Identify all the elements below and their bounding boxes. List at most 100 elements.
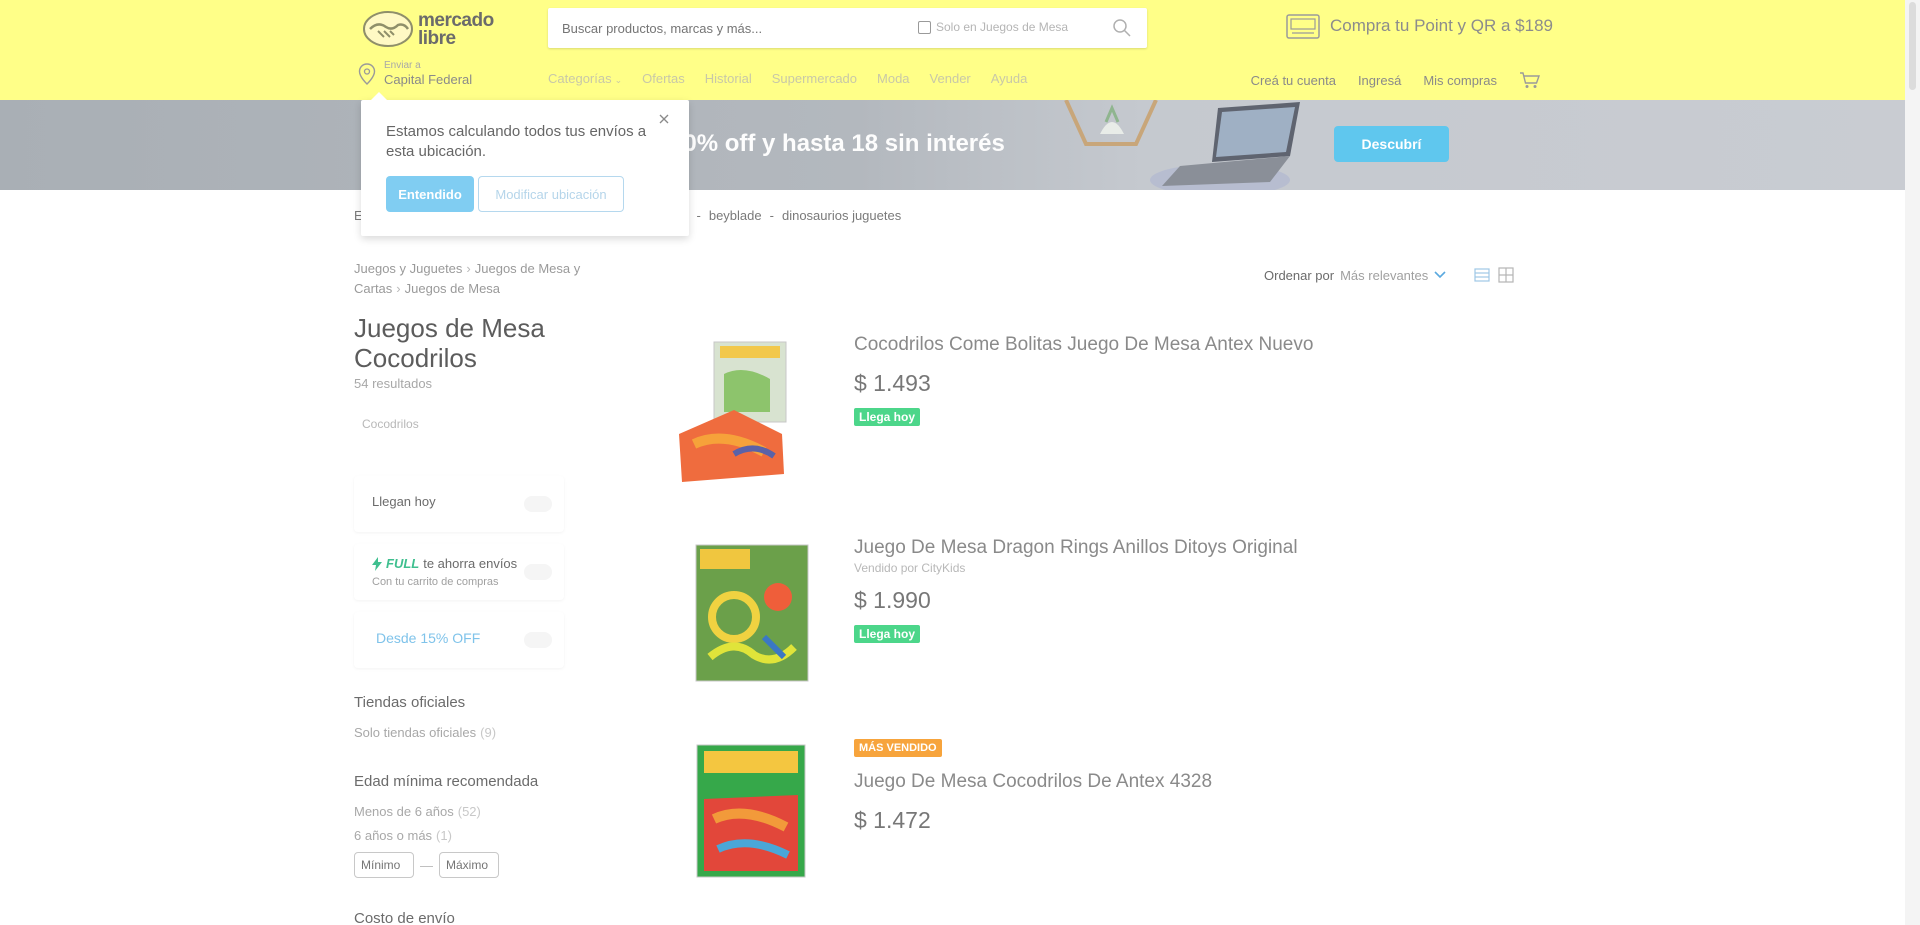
- filter-desde-off[interactable]: Desde 15% OFF: [354, 612, 564, 668]
- filter-count: (52): [457, 804, 481, 819]
- close-icon[interactable]: [657, 112, 671, 126]
- filter-count: (1): [436, 828, 452, 843]
- scrollbar[interactable]: [1905, 0, 1920, 925]
- logo-text: mercado libre: [418, 10, 494, 49]
- chevron-down-icon[interactable]: [1434, 271, 1446, 279]
- filter-label: Llegan hoy: [372, 494, 436, 509]
- checkbox-box[interactable]: [918, 20, 931, 34]
- handshake-logo-icon: [363, 11, 413, 47]
- discover-button[interactable]: Descubrí: [1334, 126, 1449, 162]
- filter-full[interactable]: FULL te ahorra envíos Con tu carrito de …: [354, 544, 564, 600]
- location-city: Capital Federal: [384, 72, 473, 87]
- sort-label: Ordenar por: [1264, 267, 1335, 283]
- location-popup: Estamos calculando todos tus envíos a es…: [361, 92, 689, 236]
- filter-link-label: Menos de 6 años: [354, 804, 454, 819]
- page: mercadolibre Solo en Juegos de Mesa Comp…: [0, 0, 1920, 925]
- product-price: $ 1.493: [854, 370, 931, 396]
- sort-dropdown[interactable]: Más relevantes: [1340, 268, 1428, 283]
- mercadolibre-logo[interactable]: mercado libre: [362, 9, 502, 49]
- chevron-right-icon: ›: [396, 281, 401, 296]
- promo-text: Compra tu Point y QR a $189: [1330, 16, 1554, 35]
- product-image[interactable]: [674, 334, 824, 489]
- list-view-icon[interactable]: [1474, 267, 1490, 283]
- max-input[interactable]: [439, 852, 499, 878]
- filter-llegan-hoy[interactable]: Llegan hoy: [354, 476, 564, 532]
- point-device-icon: [1286, 14, 1320, 39]
- cart-icon[interactable]: [1519, 71, 1541, 89]
- login-link[interactable]: Ingresá: [1358, 73, 1401, 88]
- sort-control: Ordenar por Más relevantes: [1264, 267, 1514, 283]
- breadcrumb-item[interactable]: Juegos de Mesa: [405, 281, 500, 296]
- toggle-switch[interactable]: [524, 564, 552, 580]
- nav-vender[interactable]: Vender: [930, 71, 971, 86]
- nav-categorias[interactable]: Categorías ⌄: [548, 71, 622, 86]
- seller-name[interactable]: Vendido por CityKids: [854, 561, 965, 575]
- nav-label: Categorías: [548, 71, 612, 86]
- shelf-plant-image: [1064, 100, 1158, 146]
- account-nav: Creá tu cuenta Ingresá Mis compras: [1229, 71, 1541, 89]
- best-seller-badge: MÁS VENDIDO: [854, 739, 942, 757]
- result-item[interactable]: Juego De Mesa Dragon Rings Anillos Ditoy…: [660, 537, 1550, 737]
- result-item[interactable]: MÁS VENDIDO Juego De Mesa Cocodrilos De …: [660, 739, 1550, 925]
- search-icon[interactable]: [1112, 18, 1132, 38]
- search-bar: Solo en Juegos de Mesa: [548, 8, 1147, 48]
- search-input[interactable]: [562, 17, 902, 39]
- create-account-link[interactable]: Creá tu cuenta: [1251, 73, 1336, 88]
- product-price: $ 1.990: [854, 587, 931, 613]
- grid-view-icon[interactable]: [1498, 267, 1514, 283]
- filter-link-label: 6 años o más: [354, 828, 433, 843]
- toggle-switch[interactable]: [524, 632, 552, 648]
- nav-ayuda[interactable]: Ayuda: [991, 71, 1028, 86]
- applied-filter-chip[interactable]: Cocodrilos: [354, 410, 434, 438]
- point-promo[interactable]: Compra tu Point y QR a $189: [1286, 12, 1553, 40]
- results-count: 54 resultados: [354, 376, 433, 391]
- product-title[interactable]: Cocodrilos Come Bolitas Juego De Mesa An…: [854, 334, 1313, 356]
- scrollbar-thumb[interactable]: [1909, 2, 1916, 90]
- breadcrumb-item[interactable]: Juegos y Juguetes: [354, 261, 462, 276]
- header: mercadolibre Solo en Juegos de Mesa Comp…: [0, 0, 1905, 100]
- product-title[interactable]: Juego De Mesa Dragon Rings Anillos Ditoy…: [854, 537, 1298, 559]
- discount-filter-label: Desde 15% OFF: [376, 630, 481, 646]
- breadcrumb: Juegos y Juguetes › Juegos de Mesa y Carta…: [354, 259, 614, 299]
- laptop-image: [1150, 102, 1300, 190]
- product-title[interactable]: Juego De Mesa Cocodrilos De Antex 4328: [854, 771, 1212, 793]
- banner-text: a 40% off y hasta 18 sin interés: [650, 130, 1005, 157]
- nav-historial[interactable]: Historial: [705, 71, 752, 86]
- my-purchases-link[interactable]: Mis compras: [1423, 73, 1497, 88]
- related-search-item[interactable]: dinosaurios juguetes: [782, 208, 901, 223]
- search-filter-checkbox[interactable]: Solo en Juegos de Mesa: [918, 20, 1068, 34]
- delivery-badge: Llega hoy: [854, 625, 921, 643]
- popup-message: Estamos calculando todos tus envíos a es…: [386, 123, 647, 160]
- filter-age-6-plus[interactable]: 6 años o más (1): [354, 828, 452, 843]
- full-filter-label: FULL te ahorra envíos: [372, 556, 517, 571]
- page-title: Juegos de Mesa Cocodrilos: [354, 313, 545, 373]
- lightning-icon: [372, 556, 382, 571]
- product-price: $ 1.472: [854, 807, 931, 833]
- nav-ofertas[interactable]: Ofertas: [642, 71, 685, 86]
- promo-banner[interactable]: a 40% off y hasta 18 sin interés Descubr…: [0, 100, 1905, 190]
- related-separator: -: [696, 208, 701, 223]
- chevron-right-icon: ›: [466, 261, 471, 276]
- filter-official-stores[interactable]: Solo tiendas oficiales (9): [354, 725, 496, 740]
- toggle-switch[interactable]: [524, 496, 552, 512]
- section-title-tiendas: Tiendas oficiales: [354, 694, 466, 711]
- location-pin-icon: [358, 63, 376, 85]
- product-image[interactable]: [674, 537, 824, 692]
- nav-moda[interactable]: Moda: [877, 71, 910, 86]
- related-search-item[interactable]: beyblade: [709, 208, 762, 223]
- product-image[interactable]: [674, 739, 824, 894]
- understood-button[interactable]: Entendido: [386, 176, 474, 212]
- related-searches: y - beyblade - dinosaurios juguetes: [682, 208, 909, 223]
- filter-age-under-6[interactable]: Menos de 6 años (52): [354, 804, 481, 819]
- min-input[interactable]: [354, 852, 414, 878]
- result-item[interactable]: Cocodrilos Come Bolitas Juego De Mesa An…: [660, 334, 1550, 534]
- chevron-down-icon: ⌄: [614, 75, 623, 85]
- full-subtext: Con tu carrito de compras: [372, 576, 499, 588]
- filter-count: (9): [480, 725, 497, 740]
- section-title-edad: Edad mínima recomendada: [354, 773, 539, 790]
- nav-supermercado[interactable]: Supermercado: [772, 71, 857, 86]
- modify-location-button[interactable]: Modificar ubicación: [478, 176, 624, 212]
- full-text: te ahorra envíos: [423, 556, 518, 571]
- main-nav: Categorías ⌄ Ofertas Historial Supermerca…: [548, 71, 1047, 86]
- location-label: Enviar a: [384, 60, 421, 71]
